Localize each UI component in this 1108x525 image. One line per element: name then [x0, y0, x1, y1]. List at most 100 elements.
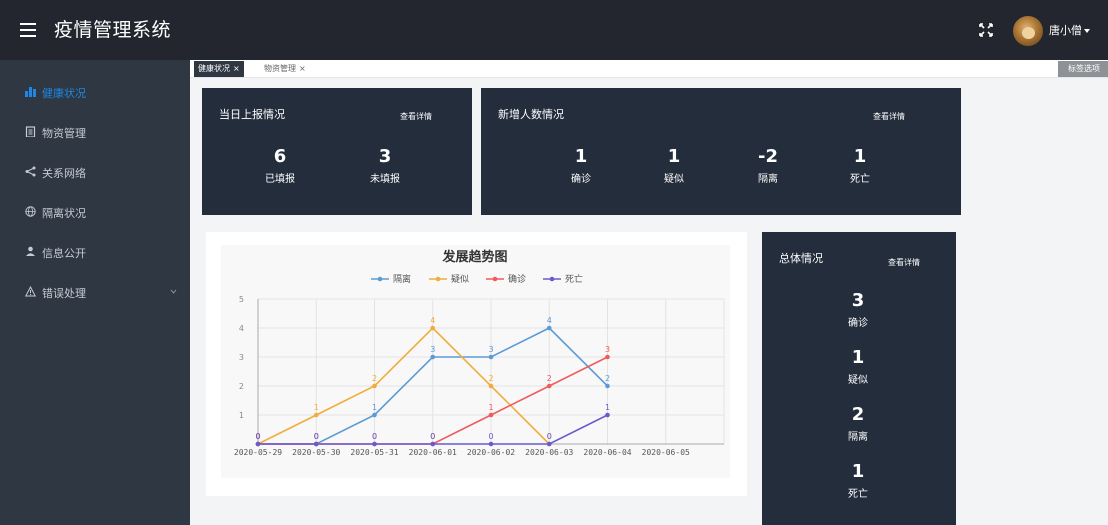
sidebar-item-public-info[interactable]: 信息公开	[0, 234, 190, 270]
sidebar-item-network[interactable]: 关系网络	[0, 154, 190, 190]
y-tick-label: 1	[239, 411, 244, 420]
data-point	[255, 441, 261, 447]
stat-value: 3	[378, 146, 392, 167]
detail-link[interactable]: 查看详情	[888, 257, 920, 268]
chart-grid: 1 2 3 4 5 2020-05-29 2020-05-30 2020-05-31 2020-…	[234, 295, 725, 457]
stat-filled: 6 已填报	[250, 146, 310, 185]
sidebar-item-label: 隔离状况	[42, 207, 86, 220]
stat-label: 疑似	[664, 174, 684, 185]
tab-bar: 健康状况 × 物资管理 × 标签选项	[190, 60, 1108, 78]
chevron-down-icon[interactable]	[170, 288, 177, 295]
sidebar-item-label: 信息公开	[42, 247, 86, 260]
x-tick-label: 2020-06-01	[409, 448, 457, 457]
stat-label: 未填报	[370, 174, 400, 185]
stat-label: 确诊	[848, 318, 868, 329]
app-title: 疫情管理系统	[54, 19, 172, 41]
legend-marker	[377, 276, 383, 282]
data-point	[605, 354, 610, 360]
data-label: 3	[488, 345, 493, 354]
data-label: 3	[430, 345, 435, 354]
stat-value: 1	[851, 347, 865, 368]
top-bar: 疫情管理系统 唐小僧	[0, 0, 1108, 60]
tab-supplies[interactable]: 物资管理 ×	[260, 61, 310, 77]
data-label: 0	[488, 432, 493, 441]
data-label: 4	[547, 316, 552, 325]
tab-health[interactable]: 健康状况 ×	[194, 61, 244, 77]
data-point	[488, 441, 494, 447]
sidebar-item-supplies[interactable]: 物资管理	[0, 114, 190, 150]
legend-label: 确诊	[508, 273, 526, 285]
data-point	[372, 412, 377, 418]
data-point	[313, 441, 319, 447]
stat-value: 2	[851, 404, 865, 425]
stat-confirmed: 1 确诊	[551, 146, 611, 185]
sidebar-item-label: 健康状况	[42, 87, 86, 100]
data-label: 0	[255, 432, 260, 441]
data-label: 2	[488, 374, 493, 383]
data-label: 1	[314, 403, 319, 412]
data-label: 0	[430, 432, 435, 441]
legend-label: 疑似	[451, 274, 469, 285]
stat-value: -2	[758, 146, 778, 167]
user-menu[interactable]: 唐小僧	[1049, 22, 1090, 38]
close-icon[interactable]: ×	[233, 64, 240, 73]
stat-isolated: 2 隔离	[828, 404, 888, 443]
chart-title: 发展趋势图	[441, 249, 507, 265]
data-label: 1	[372, 403, 377, 412]
data-label: 1	[488, 403, 493, 412]
new-cases-card: 新增人数情况 查看详情 1 确诊 1 疑似 -2 隔离 1 死亡	[481, 88, 961, 215]
legend-label: 隔离	[393, 273, 411, 285]
caret-down-icon	[1084, 29, 1090, 33]
stat-value: 6	[273, 146, 287, 167]
close-icon[interactable]: ×	[299, 64, 306, 73]
stat-value: 1	[574, 146, 588, 167]
stat-value: 1	[853, 146, 867, 167]
user-name: 唐小僧	[1049, 24, 1082, 37]
clipboard-icon	[25, 126, 36, 137]
sidebar-item-label: 物资管理	[42, 127, 86, 140]
menu-icon[interactable]	[20, 23, 36, 37]
data-point	[430, 325, 436, 331]
sidebar-item-health[interactable]: 健康状况	[0, 74, 190, 110]
user-icon	[26, 246, 35, 256]
sidebar-item-isolation[interactable]: 隔离状况	[0, 194, 190, 230]
data-label: 2	[605, 374, 610, 383]
y-tick-label: 3	[239, 353, 244, 362]
x-tick-label: 2020-05-30	[292, 448, 340, 457]
legend-marker	[549, 276, 555, 282]
data-point	[546, 441, 552, 447]
tab-options-button[interactable]: 标签选项	[1058, 61, 1108, 77]
data-label: 2	[372, 374, 377, 383]
data-label: 1	[605, 403, 610, 412]
stat-label: 已填报	[265, 174, 295, 185]
x-tick-label: 2020-06-02	[467, 448, 515, 457]
x-tick-label: 2020-05-31	[350, 448, 398, 457]
sidebar-item-errors[interactable]: 错误处理	[0, 274, 190, 310]
globe-icon	[25, 206, 36, 217]
detail-link[interactable]: 查看详情	[400, 111, 432, 122]
stat-suspected: 1 疑似	[828, 347, 888, 386]
share-icon	[25, 166, 36, 177]
stat-deaths: 1 死亡	[830, 146, 890, 185]
x-tick-label: 2020-06-05	[642, 448, 690, 457]
fullscreen-icon[interactable]	[978, 22, 994, 38]
data-point	[313, 412, 319, 418]
data-label: 0	[372, 432, 377, 441]
sidebar-item-label: 错误处理	[42, 287, 86, 300]
detail-link[interactable]: 查看详情	[873, 111, 905, 122]
data-point	[546, 383, 552, 389]
daily-report-card: 当日上报情况 查看详情 6 已填报 3 未填报	[202, 88, 472, 215]
avatar[interactable]	[1013, 16, 1043, 46]
stat-suspected: 1 疑似	[644, 146, 704, 185]
sidebar-item-label: 关系网络	[42, 167, 86, 180]
data-label: 2	[547, 374, 552, 383]
card-title: 总体情况	[779, 252, 823, 265]
data-label: 4	[430, 316, 435, 325]
data-point	[372, 441, 377, 447]
legend-marker	[435, 276, 441, 282]
bar-chart-icon	[25, 87, 36, 97]
stat-label: 确诊	[571, 174, 591, 185]
chart-legend: 隔离 疑似 确诊 死亡	[371, 273, 583, 285]
stat-isolated: -2 隔离	[738, 146, 798, 185]
card-title: 新增人数情况	[498, 108, 564, 121]
